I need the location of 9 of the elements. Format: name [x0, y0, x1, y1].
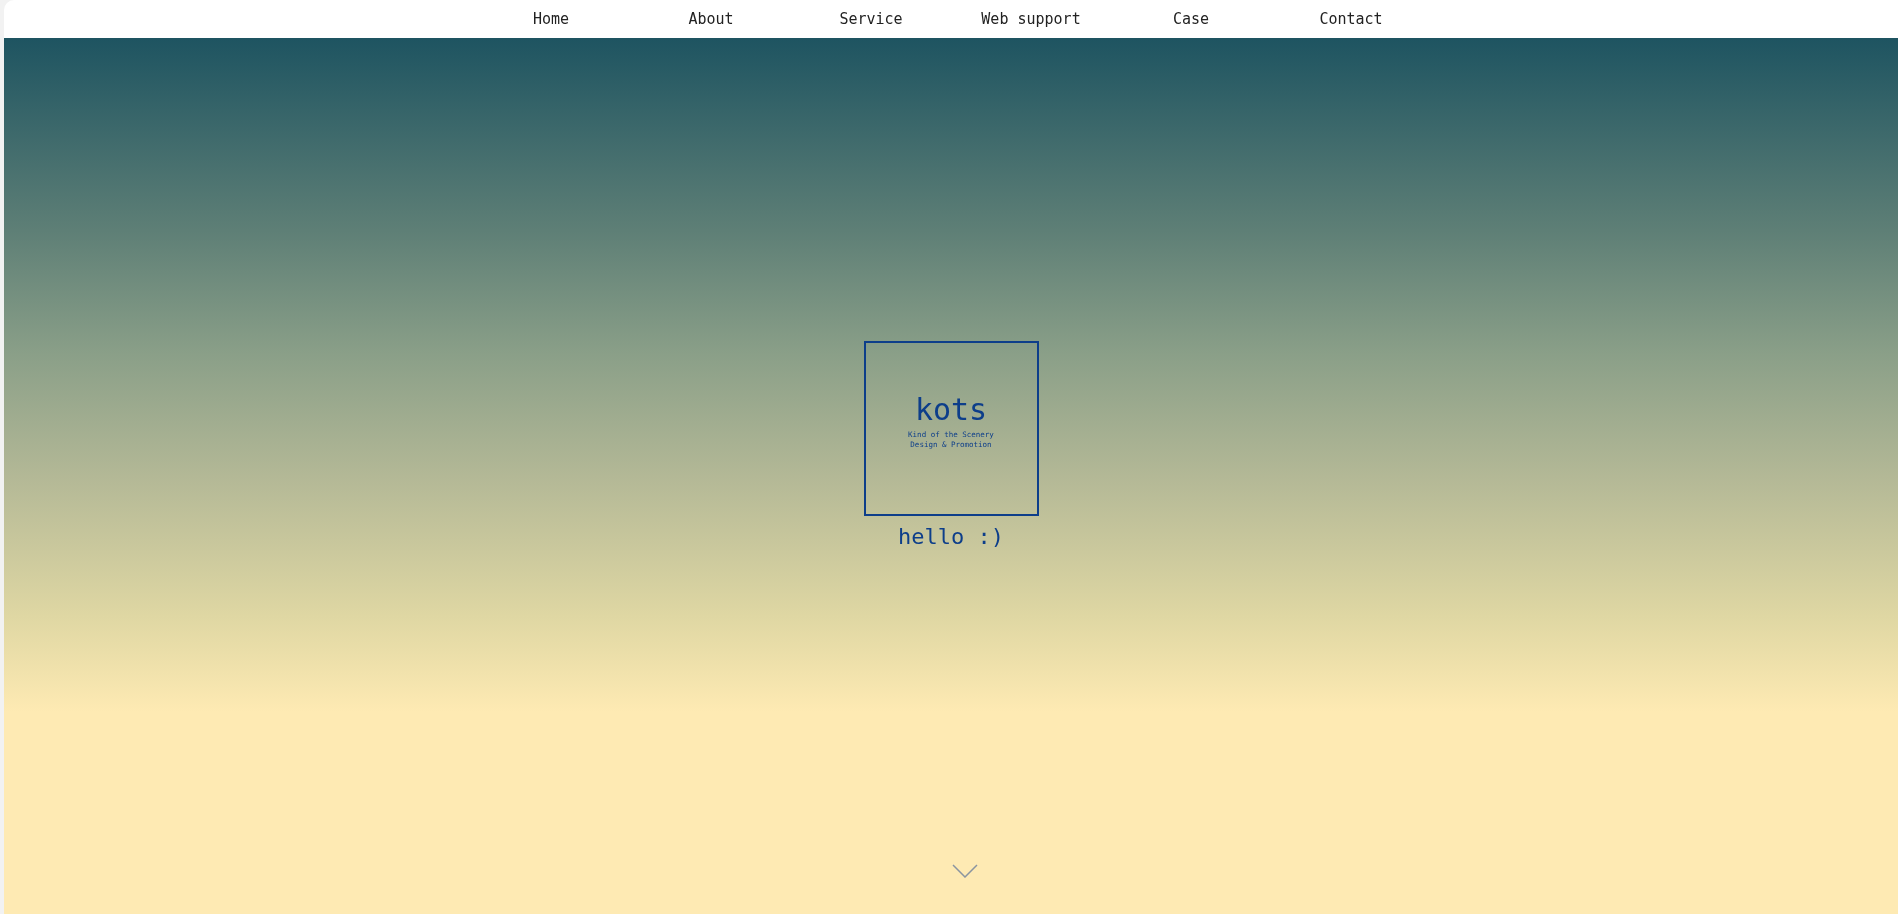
greeting-text: hello :)	[898, 524, 1004, 549]
chevron-down-icon[interactable]	[952, 864, 978, 878]
logo-title: kots	[914, 392, 988, 426]
nav-link[interactable]: Web support	[951, 10, 1111, 28]
nav-link[interactable]: Contact	[1271, 10, 1431, 28]
nav-link[interactable]: Home	[471, 10, 631, 28]
nav-link[interactable]: Service	[791, 10, 951, 28]
nav-link[interactable]: About	[631, 10, 791, 28]
nav-link[interactable]: Case	[1111, 10, 1271, 28]
